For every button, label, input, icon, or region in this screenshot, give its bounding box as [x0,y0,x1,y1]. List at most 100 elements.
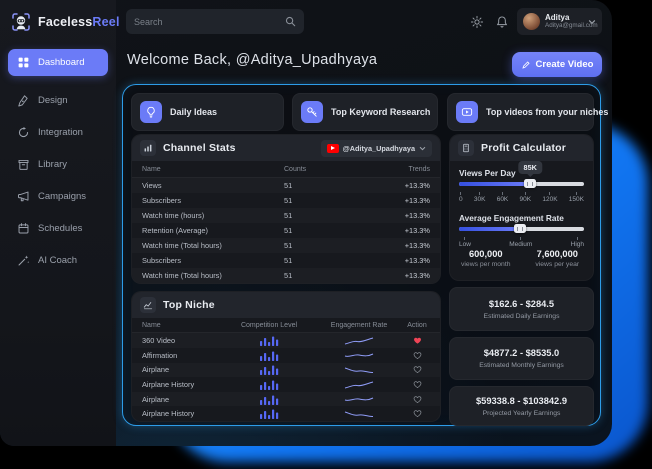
niche-name: Airplane History [142,380,224,389]
favorite-heart-icon[interactable] [413,395,422,404]
pen-icon [521,60,531,70]
sidebar: FacelessReel Dashboard Design Integratio… [0,0,116,446]
slider-handle[interactable] [514,224,526,233]
profit-calculator-title: Profit Calculator [481,142,566,154]
quick-card-daily-ideas[interactable]: Daily Ideas [131,93,284,131]
top-niche-row: Airplane [132,392,440,407]
favorite-heart-icon[interactable] [413,409,422,418]
channel-stats-row: Views 51 +13.3% [132,178,440,193]
user-email: Aditya@gmail.com [545,22,583,29]
integration-icon [17,126,30,139]
channel-stats-table-header: Name Counts Trends [132,161,440,178]
engagement-rate-label: Average Engagement Rate [459,213,564,223]
stat-name: Watch time (hours) [142,211,284,220]
channel-account-dropdown[interactable]: @Aditya_Upadhyaya [321,140,432,157]
avatar [523,13,540,30]
quick-card-top-videos-from-your-niches[interactable]: Top videos from your niches [447,93,594,131]
chevron-down-icon [419,145,426,152]
slider-handle[interactable] [524,179,536,188]
favorite-heart-icon[interactable] [413,351,422,360]
channel-stats-card: Channel Stats @Aditya_Upadhyaya Name Cou… [131,134,441,284]
competition-bars-icon [224,350,314,361]
favorite-heart-icon[interactable] [413,336,422,345]
niche-name: Affirmation [142,351,224,360]
top-niche-table-body: 360 Video Affirmation Airplane Airplane … [132,333,440,421]
search-input[interactable] [134,17,285,27]
engagement-sparkline [314,409,404,419]
stat-trend: +13.3% [372,271,430,280]
sidebar-item-integration[interactable]: Integration [8,119,108,146]
stat-name: Views [142,181,284,190]
channel-stats-table-body: Views 51 +13.3% Subscribers 51 +13.3% Wa… [132,178,440,283]
slider-tick: 0 [459,192,463,203]
earnings-card-daily: $162.6 - $284.5 Estimated Daily Earnings [449,287,594,331]
stat-count: 51 [284,241,372,250]
slider-fill [459,182,530,186]
sidebar-item-dashboard[interactable]: Dashboard [8,49,108,76]
quick-card-top-keyword-research[interactable]: Top Keyword Research [292,93,438,131]
dashboard-grid-icon [17,56,30,69]
niche-name: Airplane History [142,409,224,418]
dashboard-panel: Daily Ideas Top Keyword Research Top vid… [122,84,601,426]
create-video-button[interactable]: Create Video [512,52,602,77]
search-bar [126,9,304,34]
views-per-year-stat: 7,600,000 views per year [522,249,594,268]
stat-name: Subscribers [142,256,284,265]
search-icon[interactable] [285,16,296,27]
favorite-heart-icon[interactable] [413,380,422,389]
competition-bars-icon [224,335,314,346]
schedules-calendar-icon [17,222,30,235]
engagement-sparkline [314,394,404,404]
channel-stats-row: Subscribers 51 +13.3% [132,193,440,208]
slider-tick: 30K [474,192,486,203]
app-window: FacelessReel Dashboard Design Integratio… [0,0,612,446]
monthly-earnings-label: Estimated Monthly Earnings [479,362,564,369]
views-per-month-stat: 600,000 views per month [450,249,522,268]
library-icon [17,158,30,171]
projection-stats: 600,000 views per month 7,600,000 views … [450,249,593,268]
stats-chart-icon [140,140,156,156]
sidebar-item-design[interactable]: Design [8,87,108,114]
sidebar-item-library[interactable]: Library [8,151,108,178]
profit-calculator-body: 85K Views Per Day 0 30K 60K 90K 120K 15 [450,161,593,280]
slider-tick: Medium [509,237,532,248]
sidebar-item-campaigns[interactable]: Campaigns [8,183,108,210]
sidebar-item-schedules[interactable]: Schedules [8,215,108,242]
stat-count: 51 [284,181,372,190]
sidebar-item-ai-coach[interactable]: AI Coach [8,247,108,274]
notifications-bell-icon[interactable] [495,15,509,29]
user-menu[interactable]: Aditya Aditya@gmail.com [517,8,602,35]
engagement-rate-slider[interactable] [459,227,584,231]
stat-count: 51 [284,226,372,235]
stat-trend: +13.3% [372,226,430,235]
stat-count: 51 [284,256,372,265]
slider-tick: 150K [569,192,584,203]
channel-stats-row: Retention (Average) 51 +13.3% [132,223,440,238]
channel-stats-header: Channel Stats @Aditya_Upadhyaya [132,135,440,161]
channel-account-name: @Aditya_Upadhyaya [343,144,415,153]
favorite-heart-icon[interactable] [413,365,422,374]
stat-trend: +13.3% [372,241,430,250]
competition-bars-icon [224,408,314,419]
stat-trend: +13.3% [372,196,430,205]
user-info: Aditya Aditya@gmail.com [545,13,583,29]
top-niche-card: Top Niche Name Competition Level Engagem… [131,291,441,422]
niche-name: 360 Video [142,336,224,345]
stat-trend: +13.3% [372,256,430,265]
yearly-earnings-range: $59338.8 - $103842.9 [476,396,567,406]
sidebar-nav: Dashboard Design Integration Library Cam… [0,43,116,280]
top-niche-table-header: Name Competition Level Engagement Rate A… [132,318,440,333]
views-slider-ticks: 0 30K 60K 90K 120K 150K [459,192,584,203]
daily-earnings-range: $162.6 - $284.5 [489,299,554,309]
stat-name: Watch time (Total hours) [142,271,284,280]
views-per-day-label: Views Per Day [459,168,516,178]
views-per-day-slider[interactable] [459,182,584,186]
stat-name: Watch time (Total hours) [142,241,284,250]
chevron-down-icon [588,18,596,26]
brand-logo[interactable]: FacelessReel [0,0,116,43]
competition-bars-icon [224,394,314,405]
calculator-icon [458,140,474,156]
settings-gear-icon[interactable] [470,15,484,29]
engagement-slider-ticks: Low Medium High [459,237,584,248]
top-niche-row: 360 Video [132,333,440,348]
